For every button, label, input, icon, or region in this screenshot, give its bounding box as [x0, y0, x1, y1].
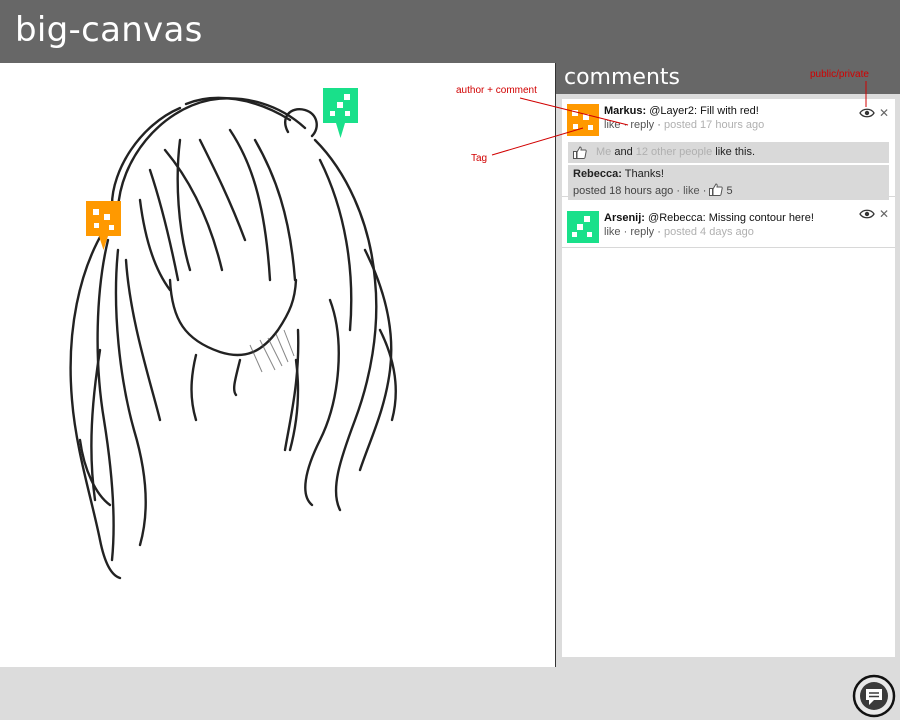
footer-bar [0, 667, 900, 720]
comment-actions: like · reply · posted 17 hours ago [604, 119, 765, 131]
eye-icon[interactable] [859, 108, 875, 118]
comment-text-line: Arsenij: @Rebecca: Missing contour here! [604, 212, 814, 224]
posted-time: posted 17 hours ago [663, 119, 765, 131]
reply-posted-time: posted 18 hours ago [573, 185, 674, 197]
likes-summary: Me and 12 other people like this. [568, 142, 889, 163]
comments-panel: comments Markus: @Layer2: Fill with red!… [555, 63, 900, 667]
likes-others[interactable]: 12 other people [636, 146, 712, 158]
annotation-author-comment: author + comment [456, 85, 537, 96]
comments-title: comments [564, 65, 680, 90]
comment-item: Arsenij: @Rebecca: Missing contour here!… [562, 206, 895, 248]
comment-text: @Layer2: Fill with red! [649, 105, 759, 117]
tag-marker-orange[interactable] [86, 201, 121, 253]
comment-text: @Rebecca: Missing contour here! [648, 212, 814, 224]
chat-button[interactable] [852, 674, 896, 718]
thumbs-up-icon [573, 146, 587, 159]
close-icon[interactable]: ✕ [879, 208, 889, 220]
annotation-public-private: public/private [810, 69, 869, 80]
like-link[interactable]: like [604, 226, 621, 238]
likes-me[interactable]: Me [596, 146, 611, 158]
comment-author[interactable]: Markus: [604, 105, 646, 117]
reply-item: Rebecca: Thanks! posted 18 hours ago · l… [568, 165, 889, 200]
posted-time: posted 4 days ago [663, 226, 754, 238]
avatar [567, 211, 599, 243]
annotation-tag: Tag [471, 153, 488, 164]
comment-text-line: Markus: @Layer2: Fill with red! [604, 105, 759, 117]
reply-author[interactable]: Rebecca: [573, 168, 622, 180]
eye-icon[interactable] [859, 209, 875, 219]
comment-author[interactable]: Arsenij: [604, 212, 645, 224]
app-header: big-canvas [0, 0, 900, 63]
reply-text: Thanks! [624, 168, 664, 180]
like-link[interactable]: like [604, 119, 621, 131]
reply-link[interactable]: reply [630, 226, 654, 238]
tag-marker-green[interactable] [323, 88, 358, 140]
comment-item: Markus: @Layer2: Fill with red! like · r… [562, 99, 895, 200]
avatar [567, 104, 599, 136]
reply-like-count: 5 [726, 185, 733, 197]
thumbs-up-icon [709, 183, 724, 196]
reply-link[interactable]: reply [630, 119, 654, 131]
close-icon[interactable]: ✕ [879, 107, 889, 119]
reply-like-link[interactable]: like [683, 185, 700, 197]
comments-list: Markus: @Layer2: Fill with red! like · r… [562, 99, 895, 657]
comment-actions: like · reply · posted 4 days ago [604, 226, 754, 238]
app-title: big-canvas [15, 10, 203, 50]
